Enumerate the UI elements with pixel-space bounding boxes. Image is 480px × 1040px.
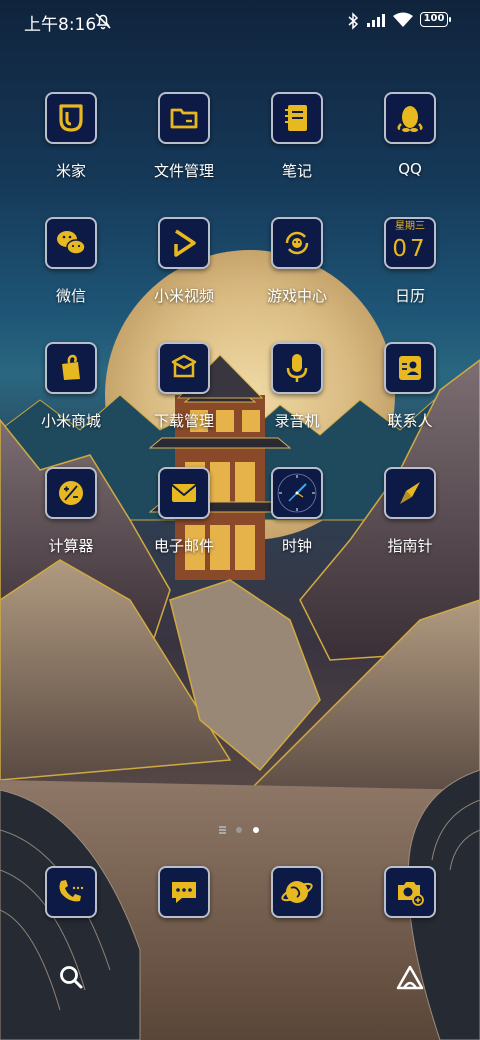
dock-phone[interactable]: [45, 866, 97, 918]
app-mi-store[interactable]: 小米商城: [26, 342, 116, 452]
browser-icon: [281, 881, 313, 903]
wechat-icon: [57, 231, 86, 255]
app-label: 日历: [394, 287, 425, 305]
contacts-icon: [399, 356, 421, 380]
app-label: 联系人: [387, 412, 433, 430]
app-file-manager[interactable]: 文件管理: [139, 92, 229, 202]
app-calendar[interactable]: 星期三 07 日历: [365, 217, 455, 327]
page-dot[interactable]: [236, 827, 242, 833]
app-label: 小米商城: [40, 412, 101, 430]
compass-icon: [400, 482, 420, 504]
phone-icon: [59, 880, 84, 902]
dock-messages[interactable]: [158, 866, 210, 918]
camera-icon: [398, 882, 424, 906]
signal-icon: [367, 14, 385, 27]
app-label: 微信: [55, 287, 86, 305]
clock-icon: [277, 473, 317, 513]
message-icon: [172, 882, 196, 903]
bluetooth-icon: [348, 12, 359, 30]
status-bar: 上午8:16 100: [0, 0, 480, 40]
home-screen: 上午8:16 100 米家 文件管理 笔记 QQ 微信 小米视频 游戏中心 星期…: [0, 0, 480, 1040]
assistant-icon[interactable]: [395, 964, 425, 992]
app-label: 电子邮件: [153, 537, 214, 555]
mute-bell-icon: [95, 13, 111, 30]
app-label: 米家: [55, 162, 86, 180]
qq-penguin-icon: [397, 106, 423, 132]
folder-icon: [170, 108, 198, 129]
app-label: QQ: [398, 160, 422, 178]
game-center-icon: [285, 231, 309, 255]
wifi-icon: [393, 12, 413, 27]
app-qq[interactable]: QQ: [365, 92, 455, 202]
status-time: 上午8:16: [24, 15, 97, 35]
search-icon[interactable]: [58, 964, 84, 990]
app-downloads[interactable]: 下载管理: [139, 342, 229, 452]
page-indicator[interactable]: [215, 825, 265, 835]
calculator-icon: [59, 481, 83, 505]
app-recorder[interactable]: 录音机: [252, 342, 342, 452]
app-game-center[interactable]: 游戏中心: [252, 217, 342, 327]
app-label: 指南针: [387, 537, 433, 555]
dock-browser[interactable]: [271, 866, 323, 918]
battery-icon: 100: [420, 12, 451, 27]
app-calculator[interactable]: 计算器: [26, 467, 116, 577]
app-label: 录音机: [274, 412, 320, 430]
list-indicator-icon: [219, 826, 226, 834]
app-label: 笔记: [281, 162, 312, 180]
page-dot-active[interactable]: [253, 827, 259, 833]
calendar-day: 07: [392, 236, 428, 262]
mail-icon: [171, 484, 197, 502]
notes-icon: [285, 105, 307, 131]
download-box-icon: [171, 354, 197, 378]
microphone-icon: [286, 354, 308, 382]
calendar-icon: 星期三 07: [384, 217, 436, 269]
app-label: 下载管理: [153, 412, 214, 430]
app-mi-video[interactable]: 小米视频: [139, 217, 229, 327]
calendar-weekday: 星期三: [395, 221, 425, 232]
mall-bag-icon: [62, 354, 80, 380]
app-label: 时钟: [281, 537, 312, 555]
mijia-icon: [59, 104, 83, 132]
app-mijia[interactable]: 米家: [26, 92, 116, 202]
app-wechat[interactable]: 微信: [26, 217, 116, 327]
app-contacts[interactable]: 联系人: [365, 342, 455, 452]
dock-camera[interactable]: [384, 866, 436, 918]
app-label: 游戏中心: [266, 287, 327, 305]
app-clock[interactable]: 时钟: [252, 467, 342, 577]
battery-level: 100: [423, 13, 445, 24]
app-label: 小米视频: [153, 287, 214, 305]
app-email[interactable]: 电子邮件: [139, 467, 229, 577]
video-play-icon: [174, 229, 196, 257]
app-label: 计算器: [48, 537, 94, 555]
app-notes[interactable]: 笔记: [252, 92, 342, 202]
app-compass[interactable]: 指南针: [365, 467, 455, 577]
app-label: 文件管理: [153, 162, 214, 180]
